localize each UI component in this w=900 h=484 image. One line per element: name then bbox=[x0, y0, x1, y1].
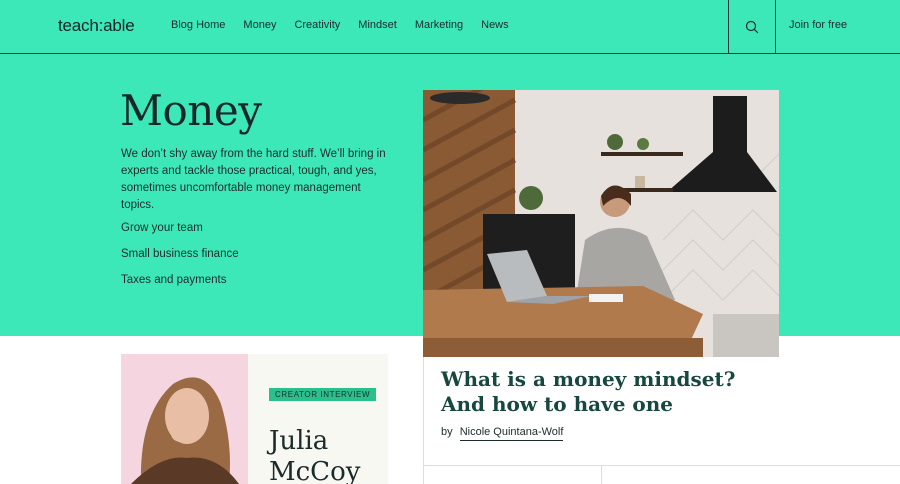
creator-last-name: McCoy bbox=[269, 457, 361, 484]
featured-article-image[interactable] bbox=[423, 90, 779, 357]
kitchen-scene-illustration bbox=[423, 90, 779, 357]
divider bbox=[601, 465, 602, 484]
nav-blog-home[interactable]: Blog Home bbox=[171, 19, 225, 31]
portrait-illustration bbox=[121, 354, 248, 484]
featured-article: What is a money mindset? And how to have… bbox=[423, 357, 900, 484]
join-for-free-link[interactable]: Join for free bbox=[789, 19, 847, 31]
subcategory-list: Grow your team Small business finance Ta… bbox=[121, 222, 239, 300]
divider bbox=[424, 465, 900, 466]
article-byline: by Nicole Quintana-Wolf bbox=[441, 426, 564, 441]
creator-portrait[interactable] bbox=[121, 354, 248, 484]
nav-mindset[interactable]: Mindset bbox=[358, 19, 397, 31]
byline-label: by bbox=[441, 426, 453, 438]
featured-article-title[interactable]: What is a money mindset? And how to have… bbox=[441, 367, 771, 417]
nav-money[interactable]: Money bbox=[243, 19, 276, 31]
nav-creativity[interactable]: Creativity bbox=[294, 19, 340, 31]
creator-name: Julia McCoy bbox=[269, 426, 360, 484]
teachable-logo[interactable]: teach:able bbox=[58, 16, 135, 36]
subcategory-small-business-finance[interactable]: Small business finance bbox=[121, 248, 239, 274]
nav-marketing[interactable]: Marketing bbox=[415, 19, 463, 31]
search-icon bbox=[745, 20, 759, 33]
subcategory-taxes-and-payments[interactable]: Taxes and payments bbox=[121, 274, 239, 300]
author-link[interactable]: Nicole Quintana-Wolf bbox=[459, 426, 564, 441]
subcategory-grow-your-team[interactable]: Grow your team bbox=[121, 222, 239, 248]
top-navigation-bar: teach:able Blog Home Money Creativity Mi… bbox=[0, 0, 900, 54]
creator-first-name: Julia bbox=[269, 426, 329, 456]
search-button[interactable] bbox=[728, 0, 776, 53]
page-title: Money bbox=[120, 86, 262, 135]
main-nav: Blog Home Money Creativity Mindset Marke… bbox=[171, 19, 509, 31]
nav-news[interactable]: News bbox=[481, 19, 509, 31]
page-description: We don’t shy away from the hard stuff. W… bbox=[121, 148, 386, 211]
creator-interview-card[interactable]: CREATOR INTERVIEW Julia McCoy bbox=[248, 354, 388, 484]
creator-interview-badge: CREATOR INTERVIEW bbox=[269, 388, 377, 401]
